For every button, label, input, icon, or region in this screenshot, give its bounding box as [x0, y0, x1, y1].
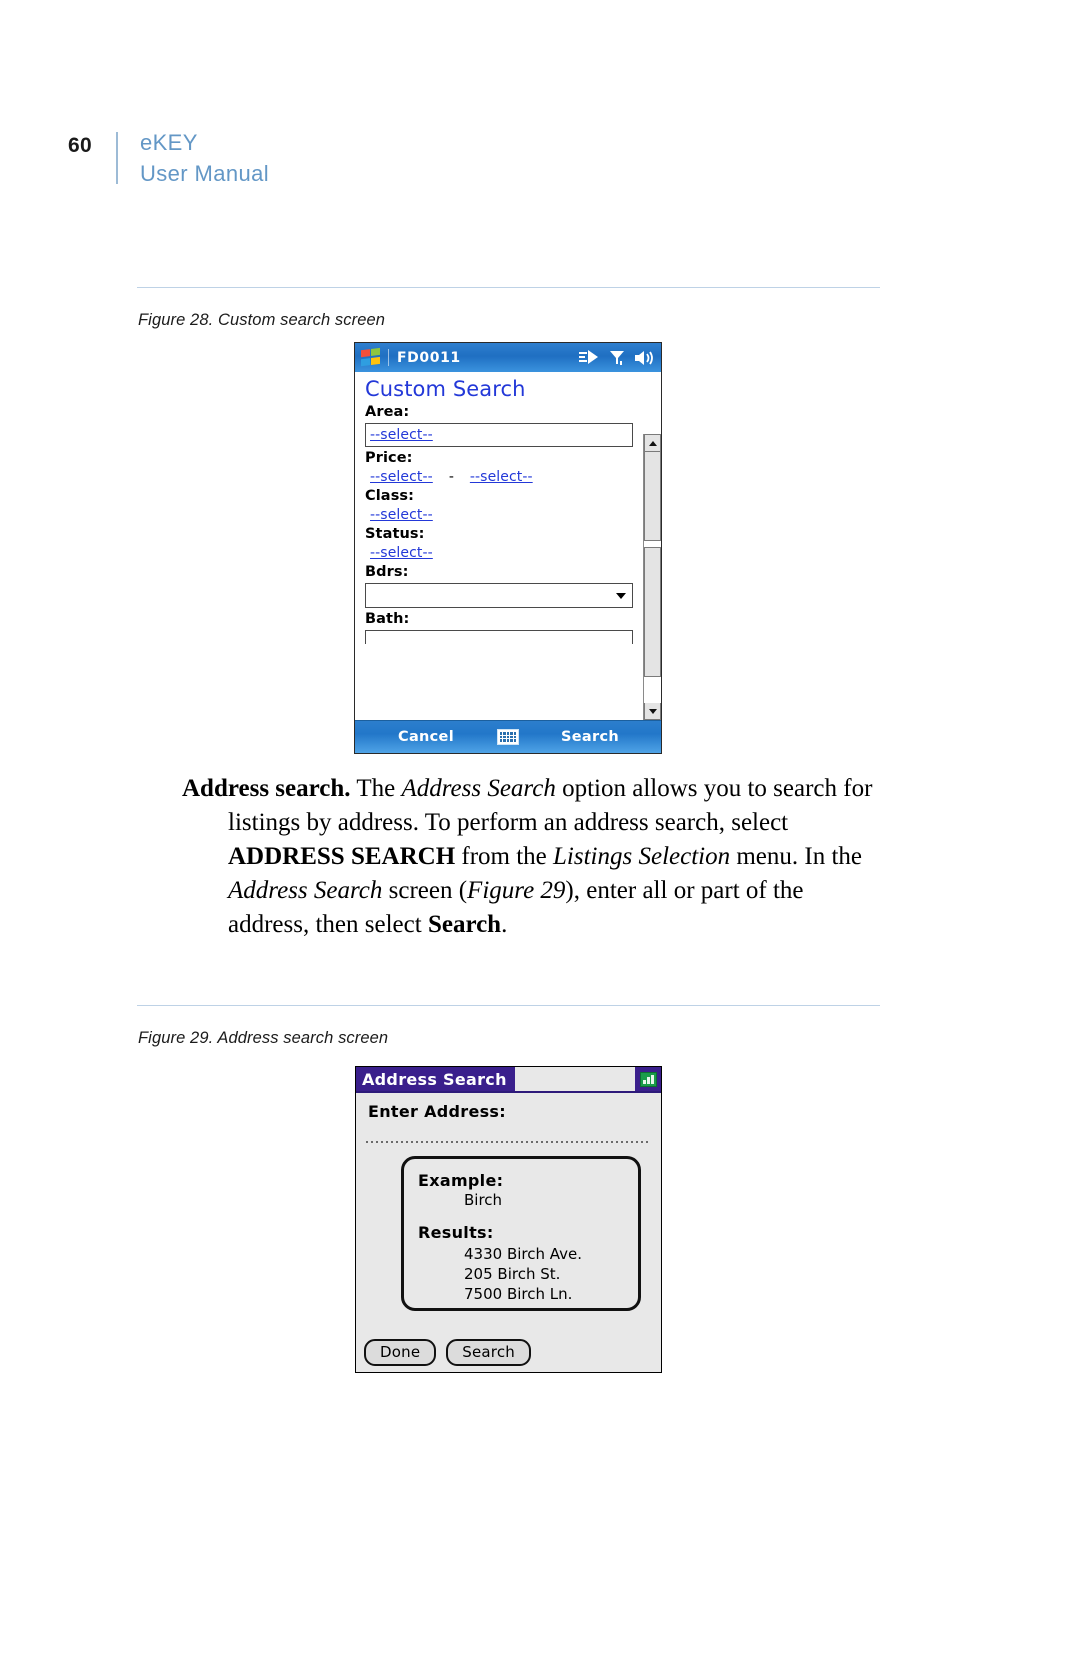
windows-flag-icon	[361, 347, 381, 367]
scrollbar-up-button[interactable]	[644, 434, 661, 451]
palm-search-button[interactable]: Search	[446, 1339, 531, 1366]
bath-dropdown[interactable]	[365, 630, 633, 644]
paragraph-segment: ADDRESS SEARCH	[228, 843, 456, 870]
paragraph-segment: The	[350, 775, 402, 802]
paragraph-segment: Address Search	[228, 877, 383, 904]
chevron-down-icon	[648, 708, 657, 714]
title-separator	[388, 349, 389, 366]
manual-brand-title: eKEY	[139, 130, 198, 155]
field-label-status: Status:	[365, 526, 425, 542]
wm-title-bar: FD0011	[355, 343, 661, 372]
class-row: --select--	[370, 507, 661, 523]
results-label: Results:	[418, 1223, 494, 1242]
scrollbar-thumb[interactable]	[644, 451, 661, 541]
home-icon[interactable]	[635, 1067, 661, 1091]
volume-icon[interactable]	[635, 350, 653, 366]
custom-search-device-screenshot: FD0011 Custom Search Area: --select-- Pr…	[354, 342, 662, 754]
keyboard-icon[interactable]	[497, 729, 519, 745]
manual-subtitle: User Manual	[139, 161, 270, 186]
status-select[interactable]: --select--	[370, 545, 433, 561]
class-select[interactable]: --select--	[370, 507, 433, 523]
figure-29-caption: Figure 29. Address search screen	[138, 1029, 389, 1047]
list-item: 7500 Birch Ln.	[464, 1285, 573, 1303]
field-label-bath: Bath:	[365, 611, 410, 627]
page-number: 60	[68, 134, 92, 157]
paragraph-segment: Address Search	[401, 775, 556, 802]
field-label-area: Area:	[365, 404, 410, 420]
area-value[interactable]: --select--	[370, 427, 433, 443]
header-divider	[115, 132, 118, 184]
figure-28-caption: Figure 28. Custom search screen	[138, 311, 386, 329]
status-row: --select--	[370, 545, 661, 561]
price-range-separator: -	[448, 469, 454, 485]
palm-button-row: Done Search	[364, 1339, 531, 1366]
page-header: 60 eKEY User Manual	[68, 128, 269, 185]
address-search-device-screenshot: Address Search Enter Address: Example: B…	[355, 1066, 662, 1373]
paragraph-segment: Listings Selection	[553, 843, 731, 870]
list-item: 4330 Birch Ave.	[464, 1245, 583, 1263]
chevron-up-icon	[648, 440, 657, 446]
connectivity-icon[interactable]	[579, 350, 599, 365]
results-list: 4330 Birch Ave. 205 Birch St. 7500 Birch…	[464, 1244, 638, 1304]
scrollbar-thumb-lower[interactable]	[644, 547, 661, 677]
field-label-price: Price:	[365, 450, 413, 466]
enter-address-label: Enter Address:	[368, 1102, 506, 1121]
area-input[interactable]: --select--	[365, 423, 633, 447]
example-panel: Example: Birch Results: 4330 Birch Ave. …	[401, 1156, 641, 1311]
scrollbar-down-button[interactable]	[644, 703, 661, 720]
signal-icon[interactable]	[610, 350, 624, 366]
paragraph-segment: Address search.	[182, 775, 351, 802]
example-label: Example:	[418, 1171, 504, 1190]
search-button[interactable]: Search	[519, 729, 661, 745]
palm-title-filler	[514, 1067, 635, 1091]
address-input-line[interactable]	[366, 1141, 651, 1143]
field-label-bdrs: Bdrs:	[365, 564, 409, 580]
custom-search-form: Custom Search Area: --select-- Price: --…	[355, 372, 661, 720]
price-max-select[interactable]: --select--	[470, 469, 533, 485]
list-item: 205 Birch St.	[464, 1265, 561, 1283]
chevron-down-icon	[616, 592, 626, 599]
device-name-label: FD0011	[397, 349, 461, 366]
bdrs-dropdown[interactable]	[365, 583, 633, 608]
system-tray	[579, 350, 653, 366]
paragraph-segment: screen (	[382, 877, 468, 904]
example-value: Birch	[464, 1191, 503, 1209]
cancel-button[interactable]: Cancel	[355, 729, 497, 745]
price-min-select[interactable]: --select--	[370, 469, 433, 485]
body-paragraph: Address search. The Address Search optio…	[182, 772, 882, 942]
paragraph-segment: .	[501, 911, 508, 938]
command-bar: Cancel Search	[355, 720, 661, 753]
paragraph-segment: Search	[427, 911, 502, 938]
figure-28-divider	[137, 287, 880, 288]
field-label-class: Class:	[365, 488, 415, 504]
done-button[interactable]: Done	[364, 1339, 437, 1366]
scrollbar-track[interactable]	[644, 451, 661, 703]
palm-screen-title: Address Search	[356, 1067, 515, 1091]
paragraph-segment: menu. In the	[730, 843, 863, 870]
paragraph-segment: from the	[455, 843, 554, 870]
figure-29-divider	[137, 1005, 880, 1006]
header-titles: eKEY User Manual	[140, 128, 269, 185]
address-search-form: Enter Address: Example: Birch Results: 4…	[356, 1093, 661, 1372]
price-range-row: --select-- - --select--	[370, 469, 661, 485]
palm-title-bar: Address Search	[356, 1067, 661, 1093]
screen-heading: Custom Search	[365, 377, 526, 401]
paragraph-segment: Figure 29	[467, 877, 566, 904]
form-scrollbar[interactable]	[643, 434, 661, 720]
paragraph-text: Address search. The Address Search optio…	[182, 772, 882, 942]
